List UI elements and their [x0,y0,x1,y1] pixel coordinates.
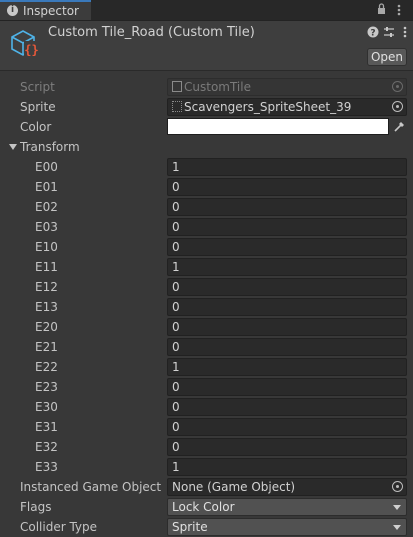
instanced-game-object-field[interactable]: None (Game Object) [167,478,407,496]
tab-inspector-label: Inspector [23,4,79,18]
info-icon: i [7,5,18,16]
matrix-entry-field[interactable]: 1 [167,258,407,276]
matrix-entry-label: E23 [35,380,58,394]
matrix-entry-label: E10 [35,240,58,254]
matrix-entry-row: E22 1 [0,357,413,377]
matrix-entry-row: E03 0 [0,217,413,237]
matrix-entry-label: E12 [35,280,58,294]
transform-row[interactable]: Transform [0,137,413,157]
color-row: Color [0,117,413,137]
transform-label: Transform [20,140,80,154]
matrix-entry-label: E02 [35,200,58,214]
foldout-arrow-icon[interactable] [9,144,17,150]
flags-value: Lock Color [172,500,235,514]
script-label: Script [20,80,55,94]
more-vertical-icon[interactable] [397,4,401,19]
matrix-entry-field[interactable]: 0 [167,218,407,236]
collider-type-value: Sprite [172,520,208,534]
sprite-row: Sprite Scavengers_SpriteSheet_39 [0,97,413,117]
chevron-down-icon [393,525,401,530]
matrix-entry-row: E33 1 [0,457,413,477]
sprite-value: Scavengers_SpriteSheet_39 [184,100,352,114]
matrix-entry-field[interactable]: 0 [167,418,407,436]
matrix-entry-label: E13 [35,300,58,314]
script-file-icon [172,81,182,92]
script-field: CustomTile [167,78,407,96]
matrix-entry-row: E21 0 [0,337,413,357]
matrix-entry-field[interactable]: 0 [167,278,407,296]
object-picker-icon[interactable] [392,101,403,112]
matrix-entry-field[interactable]: 1 [167,158,407,176]
collider-type-label: Collider Type [20,520,98,534]
matrix-entry-label: E01 [35,180,58,194]
matrix-entry-field[interactable]: 0 [167,298,407,316]
collider-type-dropdown[interactable]: Sprite [167,518,407,536]
matrix-entry-row: E00 1 [0,157,413,177]
matrix-entry-label: E03 [35,220,58,234]
matrix-entry-field[interactable]: 0 [167,378,407,396]
lock-icon[interactable] [377,3,386,17]
matrix-entry-label: E32 [35,440,58,454]
script-asset-icon: {} [8,27,42,61]
help-icon[interactable]: ? [367,26,379,38]
instanced-game-object-value: None (Game Object) [172,480,296,494]
open-button[interactable]: Open [367,48,407,66]
matrix-entry-field[interactable]: 0 [167,238,407,256]
matrix-entry-label: E30 [35,400,58,414]
sprite-icon [172,101,182,112]
matrix-entry-field[interactable]: 0 [167,398,407,416]
matrix-entry-row: E20 0 [0,317,413,337]
tab-bar: i Inspector [0,0,413,21]
inspector-header: {} Custom Tile_Road (Custom Tile) ? Open [0,21,413,71]
matrix-entry-label: E21 [35,340,58,354]
matrix-entry-field[interactable]: 0 [167,438,407,456]
flags-row: Flags Lock Color [0,497,413,517]
chevron-down-icon [393,505,401,510]
flags-label: Flags [20,500,52,514]
matrix-entry-field[interactable]: 0 [167,318,407,336]
matrix-entry-row: E12 0 [0,277,413,297]
svg-text:{}: {} [24,43,38,57]
flags-dropdown[interactable]: Lock Color [167,498,407,516]
matrix-entry-row: E23 0 [0,377,413,397]
matrix-entry-row: E30 0 [0,397,413,417]
matrix-entry-field[interactable]: 1 [167,458,407,476]
color-label: Color [20,120,52,134]
collider-type-row: Collider Type Sprite [0,517,413,537]
more-vertical-icon[interactable] [399,26,411,38]
script-row: Script CustomTile [0,77,413,97]
object-picker-icon[interactable] [392,481,403,492]
matrix-entry-row: E31 0 [0,417,413,437]
object-picker-icon [392,81,403,92]
eyedropper-icon[interactable] [393,120,407,134]
matrix-entry-row: E11 1 [0,257,413,277]
matrix-entry-label: E33 [35,460,58,474]
sprite-label: Sprite [20,100,56,114]
matrix-entry-field[interactable]: 0 [167,338,407,356]
sliders-icon[interactable] [383,26,395,38]
color-swatch[interactable] [167,118,389,135]
svg-text:?: ? [370,28,375,38]
matrix-entry-row: E02 0 [0,197,413,217]
matrix-entry-row: E13 0 [0,297,413,317]
script-value: CustomTile [184,80,251,94]
page-title: Custom Tile_Road (Custom Tile) [48,25,255,40]
matrix-entry-row: E10 0 [0,237,413,257]
instanced-game-object-row: Instanced Game Object None (Game Object) [0,477,413,497]
matrix-entry-field[interactable]: 1 [167,358,407,376]
matrix-entry-row: E32 0 [0,437,413,457]
matrix-entry-label: E31 [35,420,58,434]
tab-inspector[interactable]: i Inspector [0,0,91,20]
matrix-entry-field[interactable]: 0 [167,198,407,216]
matrix-entry-field[interactable]: 0 [167,178,407,196]
instanced-game-object-label: Instanced Game Object [20,480,162,494]
matrix-entry-label: E11 [35,260,58,274]
matrix-entry-label: E00 [35,160,58,174]
matrix-entry-label: E22 [35,360,58,374]
matrix-entry-row: E01 0 [0,177,413,197]
sprite-field[interactable]: Scavengers_SpriteSheet_39 [167,98,407,116]
matrix-entry-label: E20 [35,320,58,334]
